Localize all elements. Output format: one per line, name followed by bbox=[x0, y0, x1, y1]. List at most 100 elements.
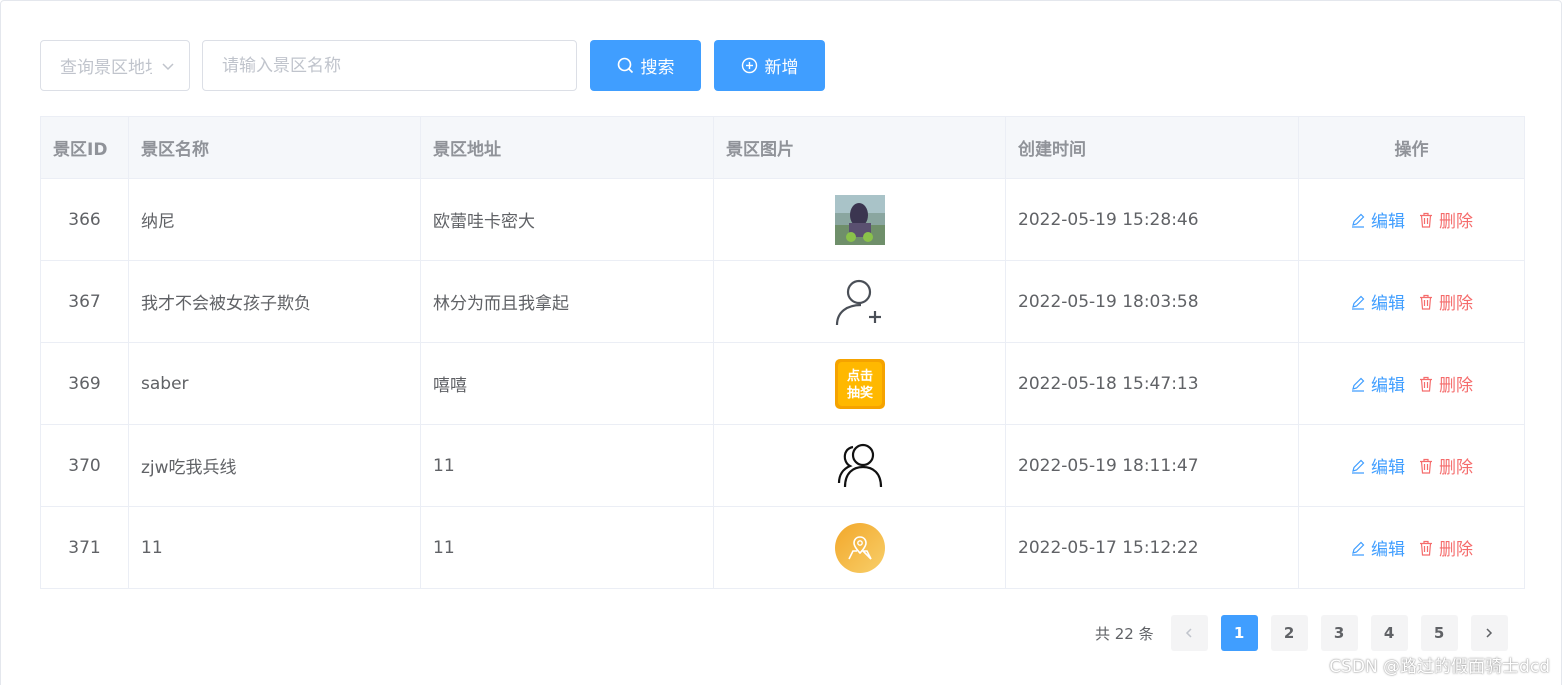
edit-icon bbox=[1352, 377, 1365, 392]
cell-id: 369 bbox=[40, 342, 129, 425]
header-address: 景区地址 bbox=[420, 116, 714, 179]
page-button-5[interactable]: 5 bbox=[1420, 615, 1458, 651]
add-button[interactable]: 新增 bbox=[714, 40, 825, 91]
cell-actions: 编辑 删除 bbox=[1298, 342, 1525, 425]
cell-id: 370 bbox=[40, 424, 129, 507]
cell-name: 我才不会被女孩子欺负 bbox=[128, 260, 421, 343]
add-button-label: 新增 bbox=[764, 58, 799, 77]
edit-icon bbox=[1352, 295, 1365, 310]
chevron-down-icon bbox=[162, 63, 174, 71]
map-pin-badge[interactable] bbox=[834, 522, 885, 573]
trash-icon bbox=[1420, 540, 1432, 556]
trash-icon bbox=[1420, 294, 1432, 310]
delete-button[interactable]: 删除 bbox=[1418, 535, 1473, 560]
delete-button[interactable]: 删除 bbox=[1418, 371, 1473, 396]
cell-actions: 编辑 删除 bbox=[1298, 424, 1525, 507]
search-button[interactable]: 搜索 bbox=[590, 40, 701, 91]
trash-icon bbox=[1420, 212, 1432, 228]
search-icon bbox=[617, 57, 633, 74]
address-select[interactable]: 查询景区地址 bbox=[40, 40, 190, 91]
delete-label: 删除 bbox=[1439, 294, 1473, 314]
address-select-placeholder: 查询景区地址 bbox=[60, 58, 152, 78]
edit-icon bbox=[1352, 213, 1365, 228]
cell-actions: 编辑 删除 bbox=[1298, 260, 1525, 343]
chevron-left-icon bbox=[1186, 628, 1192, 638]
watermark: CSDN @路过的假面骑士dcd bbox=[1329, 657, 1550, 677]
cell-address: 11 bbox=[420, 424, 714, 507]
pagination-total: 共 22 条 bbox=[1095, 624, 1154, 643]
table-header-row: 景区ID 景区名称 景区地址 景区图片 创建时间 操作 bbox=[40, 116, 1525, 179]
cell-name: zjw吃我兵线 bbox=[128, 424, 421, 507]
svg-text:点击: 点击 bbox=[846, 368, 872, 384]
delete-button[interactable]: 删除 bbox=[1418, 453, 1473, 478]
photo-thumbnail[interactable] bbox=[834, 194, 885, 245]
cell-address: 嘻嘻 bbox=[420, 342, 714, 425]
delete-label: 删除 bbox=[1439, 212, 1473, 232]
next-page-button[interactable] bbox=[1470, 615, 1508, 651]
delete-label: 删除 bbox=[1439, 540, 1473, 560]
cell-created: 2022-05-19 18:11:47 bbox=[1005, 424, 1299, 507]
table-row: 370 zjw吃我兵线 11 2022-05-19 18:11:47 编辑 删除 bbox=[40, 424, 1525, 507]
delete-button[interactable]: 删除 bbox=[1418, 289, 1473, 314]
cell-image bbox=[713, 260, 1006, 343]
header-created: 创建时间 bbox=[1005, 116, 1299, 179]
edit-button[interactable]: 编辑 bbox=[1350, 453, 1405, 478]
header-name: 景区名称 bbox=[128, 116, 421, 179]
header-id: 景区ID bbox=[40, 116, 129, 179]
cell-created: 2022-05-18 15:47:13 bbox=[1005, 342, 1299, 425]
page-button-2[interactable]: 2 bbox=[1270, 615, 1308, 651]
main-card: 查询景区地址 搜索 新增 bbox=[0, 0, 1562, 685]
cell-address: 欧蕾哇卡密大 bbox=[420, 178, 714, 261]
edit-label: 编辑 bbox=[1371, 212, 1405, 232]
table-row: 371 11 11 2022-05-17 15:12:22 编辑 删除 bbox=[40, 506, 1525, 589]
page-button-1[interactable]: 1 bbox=[1220, 615, 1258, 651]
trash-icon bbox=[1420, 458, 1432, 474]
page-button-3[interactable]: 3 bbox=[1320, 615, 1358, 651]
cell-created: 2022-05-19 15:28:46 bbox=[1005, 178, 1299, 261]
add-user-icon[interactable] bbox=[835, 277, 885, 327]
cell-name: 纳尼 bbox=[128, 178, 421, 261]
cell-created: 2022-05-19 18:03:58 bbox=[1005, 260, 1299, 343]
edit-button[interactable]: 编辑 bbox=[1350, 371, 1405, 396]
cell-id: 366 bbox=[40, 178, 129, 261]
table-row: 366 纳尼 欧蕾哇卡密大 2022-05-19 15:28:46 编辑 删除 bbox=[40, 178, 1525, 261]
cell-address: 11 bbox=[420, 506, 714, 589]
header-image: 景区图片 bbox=[713, 116, 1006, 179]
header-actions: 操作 bbox=[1298, 116, 1525, 179]
plus-circle-icon bbox=[741, 57, 757, 74]
pagination: 共 22 条 1 2 3 4 5 bbox=[1095, 615, 1508, 651]
cell-image bbox=[713, 178, 1006, 261]
search-button-label: 搜索 bbox=[640, 58, 675, 77]
edit-button[interactable]: 编辑 bbox=[1350, 535, 1405, 560]
edit-button[interactable]: 编辑 bbox=[1350, 289, 1405, 314]
lottery-badge[interactable]: 点击 抽奖 bbox=[834, 358, 885, 409]
prev-page-button[interactable] bbox=[1170, 615, 1208, 651]
edit-button[interactable]: 编辑 bbox=[1350, 207, 1405, 232]
users-icon[interactable] bbox=[835, 441, 885, 491]
page-button-4[interactable]: 4 bbox=[1370, 615, 1408, 651]
svg-text:抽奖: 抽奖 bbox=[846, 385, 873, 401]
cell-image bbox=[713, 506, 1006, 589]
edit-label: 编辑 bbox=[1371, 294, 1405, 314]
cell-image bbox=[713, 424, 1006, 507]
edit-icon bbox=[1352, 541, 1365, 556]
edit-label: 编辑 bbox=[1371, 458, 1405, 478]
cell-name: saber bbox=[128, 342, 421, 425]
cell-actions: 编辑 删除 bbox=[1298, 506, 1525, 589]
cell-address: 林分为而且我拿起 bbox=[420, 260, 714, 343]
edit-icon bbox=[1352, 459, 1365, 474]
delete-button[interactable]: 删除 bbox=[1418, 207, 1473, 232]
table-row: 369 saber 嘻嘻 点击 抽奖 2022-05-18 15:47:13 编… bbox=[40, 342, 1525, 425]
cell-id: 367 bbox=[40, 260, 129, 343]
edit-label: 编辑 bbox=[1371, 540, 1405, 560]
toolbar: 查询景区地址 搜索 新增 bbox=[40, 40, 825, 91]
scenic-name-input[interactable] bbox=[202, 40, 577, 91]
scenic-table: 景区ID 景区名称 景区地址 景区图片 创建时间 操作 366 纳尼 欧蕾哇卡密… bbox=[40, 116, 1525, 589]
trash-icon bbox=[1420, 376, 1432, 392]
delete-label: 删除 bbox=[1439, 376, 1473, 396]
chevron-right-icon bbox=[1486, 628, 1493, 638]
cell-id: 371 bbox=[40, 506, 129, 589]
cell-created: 2022-05-17 15:12:22 bbox=[1005, 506, 1299, 589]
cell-actions: 编辑 删除 bbox=[1298, 178, 1525, 261]
cell-image: 点击 抽奖 bbox=[713, 342, 1006, 425]
